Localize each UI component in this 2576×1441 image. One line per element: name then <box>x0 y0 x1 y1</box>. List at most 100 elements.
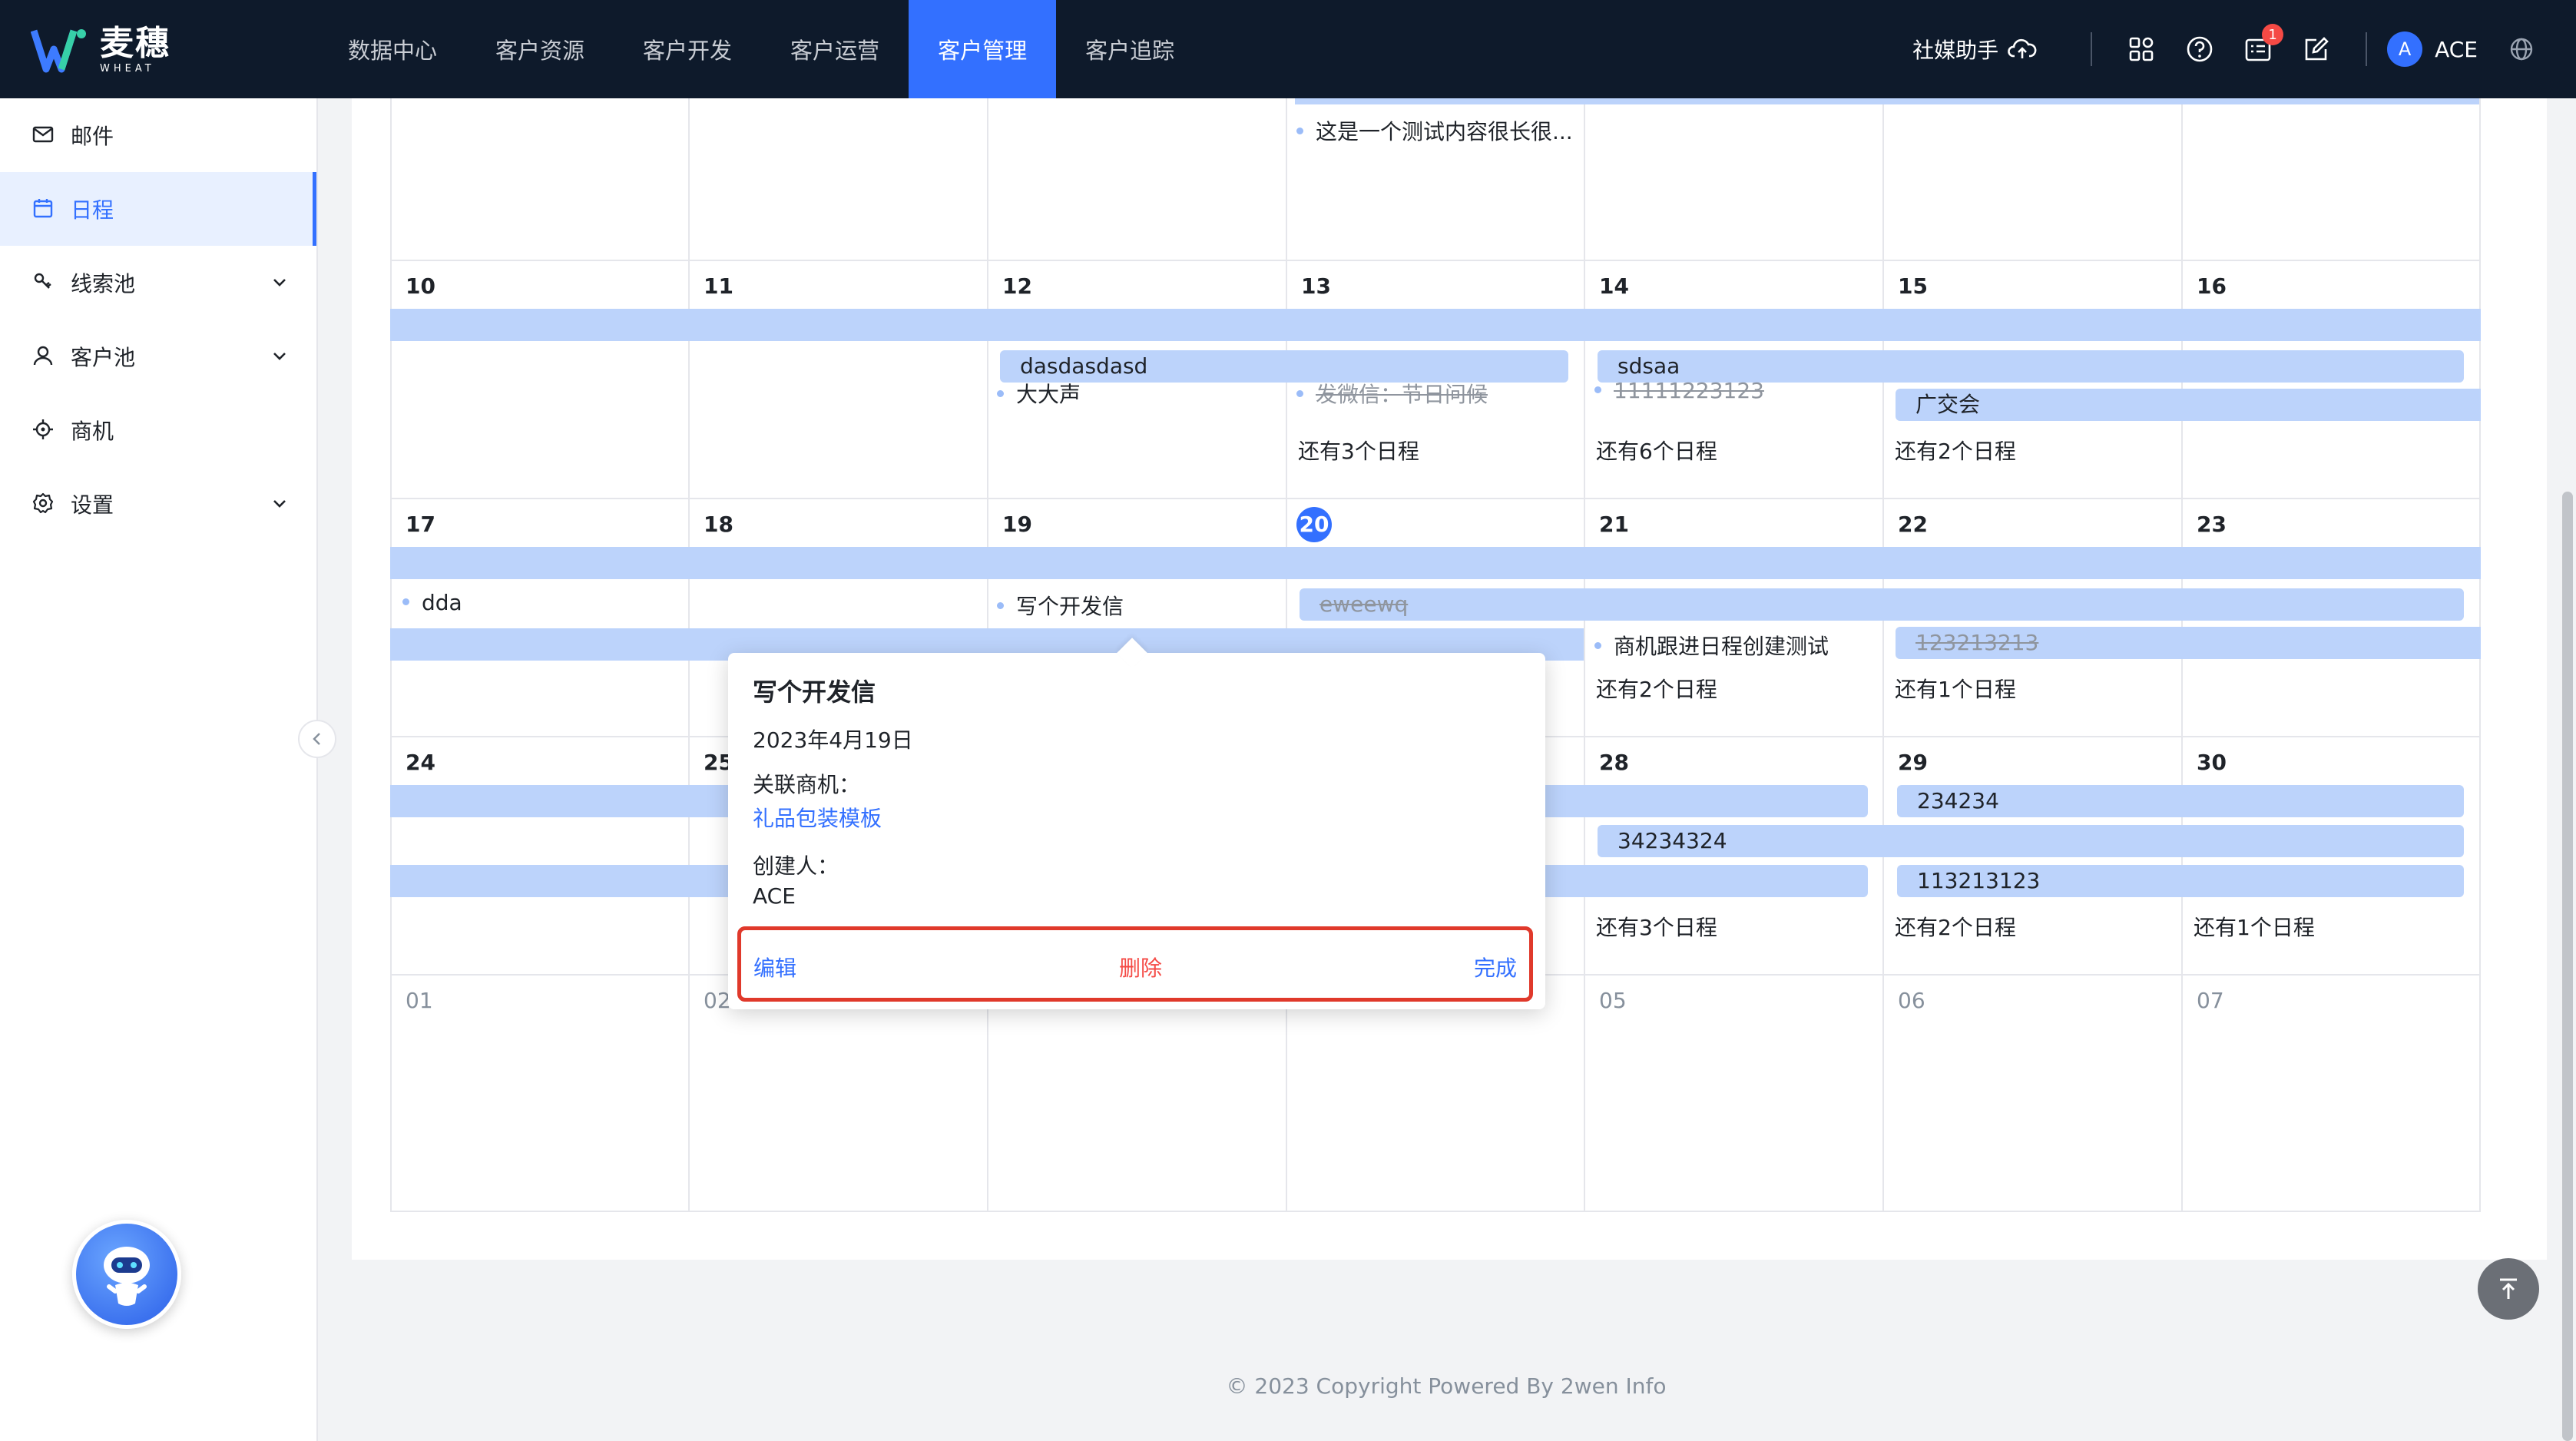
chevron-down-icon[interactable] <box>270 493 289 518</box>
user-name[interactable]: ACE <box>2435 37 2478 62</box>
more-events-link[interactable]: 还有1个日程 <box>1895 673 2016 704</box>
apps-grid-icon[interactable] <box>2125 33 2157 65</box>
day-number[interactable]: 22 <box>1898 512 1928 537</box>
sidebar-item-clue-pool[interactable]: 线索池 <box>0 246 316 320</box>
day-number[interactable]: 11 <box>704 273 733 299</box>
nav-customer-development[interactable]: 客户开发 <box>614 0 761 98</box>
calendar-event[interactable]: dda <box>402 590 462 615</box>
help-icon[interactable] <box>2184 33 2216 65</box>
event-bar[interactable] <box>390 309 2481 341</box>
day-number[interactable]: 18 <box>704 512 733 537</box>
chevron-down-icon[interactable] <box>270 346 289 371</box>
more-events-link[interactable]: 还有2个日程 <box>1596 673 1717 704</box>
more-events-link[interactable]: 还有2个日程 <box>1895 435 2016 465</box>
delete-button[interactable]: 删除 <box>1119 952 1162 982</box>
main-nav: 数据中心 客户资源 客户开发 客户运营 客户管理 客户追踪 <box>319 0 1204 98</box>
day-number[interactable]: 19 <box>1002 512 1032 537</box>
sidebar-item-label: 日程 <box>71 197 114 223</box>
event-detail-popover: 写个开发信 2023年4月19日 关联商机： 礼品包装模板 创建人： ACE 编… <box>728 653 1545 1009</box>
day-number[interactable]: 28 <box>1599 750 1629 775</box>
avatar[interactable]: A <box>2387 31 2423 67</box>
brand-logo[interactable]: 麦穗 WHEAT <box>31 23 171 77</box>
edit-note-icon[interactable] <box>2300 33 2333 65</box>
target-icon <box>32 419 55 442</box>
calendar-event[interactable]: 这是一个测试内容很长很... <box>1296 115 1573 146</box>
complete-button[interactable]: 完成 <box>1474 952 1517 982</box>
more-events-link[interactable]: 还有2个日程 <box>1895 911 2016 942</box>
sidebar-item-mail[interactable]: 邮件 <box>0 98 316 172</box>
calendar-event-completed[interactable]: 11111223123 <box>1594 378 1764 403</box>
event-bar[interactable]: 广交会 <box>1896 389 2481 421</box>
chevron-down-icon[interactable] <box>270 272 289 297</box>
nav-customer-resources[interactable]: 客户资源 <box>466 0 614 98</box>
more-events-link[interactable]: 还有1个日程 <box>2194 911 2315 942</box>
more-events-link[interactable]: 还有3个日程 <box>1298 435 1419 465</box>
event-bar[interactable] <box>390 547 2481 579</box>
calendar-event-completed[interactable]: 发微信：节日问候 <box>1296 378 1488 409</box>
day-number[interactable]: 16 <box>2197 273 2227 299</box>
nav-customer-operations[interactable]: 客户运营 <box>761 0 909 98</box>
brand-name: 麦穗 <box>100 23 171 63</box>
day-number[interactable]: 05 <box>1599 988 1627 1013</box>
related-opportunity-label: 关联商机： <box>753 772 861 797</box>
copyright-footer: © 2023 Copyright Powered By 2wen Info <box>1226 1373 1667 1399</box>
day-number[interactable]: 29 <box>1898 750 1928 775</box>
day-number[interactable]: 14 <box>1599 273 1629 299</box>
day-number[interactable]: 06 <box>1898 988 1925 1013</box>
mail-icon <box>32 124 55 147</box>
day-number[interactable]: 13 <box>1301 273 1331 299</box>
sidebar-item-schedule[interactable]: 日程 <box>0 172 316 246</box>
gear-icon <box>32 492 55 515</box>
day-number[interactable]: 01 <box>406 988 433 1013</box>
day-number[interactable]: 17 <box>406 512 435 537</box>
event-bar[interactable]: 234234 <box>1897 785 2464 817</box>
sidebar-item-opportunity[interactable]: 商机 <box>0 393 316 467</box>
nav-customer-tracking[interactable]: 客户追踪 <box>1056 0 1204 98</box>
calendar-event[interactable]: 写个开发信 <box>997 590 1124 621</box>
day-number[interactable]: 12 <box>1002 273 1032 299</box>
arrow-up-icon <box>2500 1278 2517 1299</box>
event-bar-completed[interactable]: 123213213 <box>1896 627 2481 659</box>
day-number[interactable]: 23 <box>2197 512 2227 537</box>
calendar-week: 01 02 05 06 07 <box>390 974 2481 1212</box>
sidebar-collapse-button[interactable] <box>298 720 336 758</box>
calendar-event[interactable]: 商机跟进日程创建测试 <box>1594 630 1829 661</box>
day-number[interactable]: 02 <box>704 988 731 1013</box>
notification-badge: 1 <box>2262 24 2284 45</box>
day-number[interactable]: 21 <box>1599 512 1629 537</box>
related-opportunity-link[interactable]: 礼品包装模板 <box>753 802 882 833</box>
sidebar-item-label: 邮件 <box>71 124 114 149</box>
task-list-icon[interactable]: 1 <box>2242 24 2284 65</box>
edit-button[interactable]: 编辑 <box>753 952 796 982</box>
nav-data-center[interactable]: 数据中心 <box>319 0 466 98</box>
robot-icon <box>104 1247 150 1306</box>
today-day-number[interactable]: 20 <box>1296 506 1332 542</box>
chevron-left-icon <box>313 733 320 745</box>
social-assistant-button[interactable]: 社媒助手 <box>1912 34 2037 65</box>
event-bar-completed[interactable]: eweewq <box>1300 588 2464 621</box>
nav-customer-management[interactable]: 客户管理 <box>909 0 1057 98</box>
clue-icon <box>32 271 55 294</box>
social-assistant-label: 社媒助手 <box>1912 38 1999 63</box>
day-number[interactable]: 15 <box>1898 273 1928 299</box>
page-scrollbar[interactable] <box>2562 492 2573 1441</box>
globe-icon[interactable] <box>2505 33 2538 65</box>
day-number[interactable]: 10 <box>406 273 435 299</box>
day-number[interactable]: 07 <box>2197 988 2224 1013</box>
calendar-icon <box>32 197 55 220</box>
sidebar-item-settings[interactable]: 设置 <box>0 467 316 541</box>
ai-assistant-button[interactable] <box>72 1220 181 1329</box>
event-bar[interactable] <box>1295 98 2479 104</box>
popover-actions-highlight: 编辑 删除 完成 <box>737 926 1533 1002</box>
wheat-logo-icon <box>31 29 86 73</box>
more-events-link[interactable]: 还有3个日程 <box>1596 911 1717 942</box>
more-events-link[interactable]: 还有6个日程 <box>1596 435 1717 465</box>
back-to-top-button[interactable] <box>2478 1258 2539 1320</box>
calendar-event[interactable]: 大大声 <box>997 378 1081 409</box>
event-bar[interactable]: 34234324 <box>1598 825 2464 857</box>
sidebar-item-customer-pool[interactable]: 客户池 <box>0 320 316 393</box>
sidebar-item-label: 客户池 <box>71 345 136 370</box>
event-bar[interactable]: 113213123 <box>1897 865 2464 897</box>
day-number[interactable]: 24 <box>406 750 435 775</box>
day-number[interactable]: 30 <box>2197 750 2227 775</box>
